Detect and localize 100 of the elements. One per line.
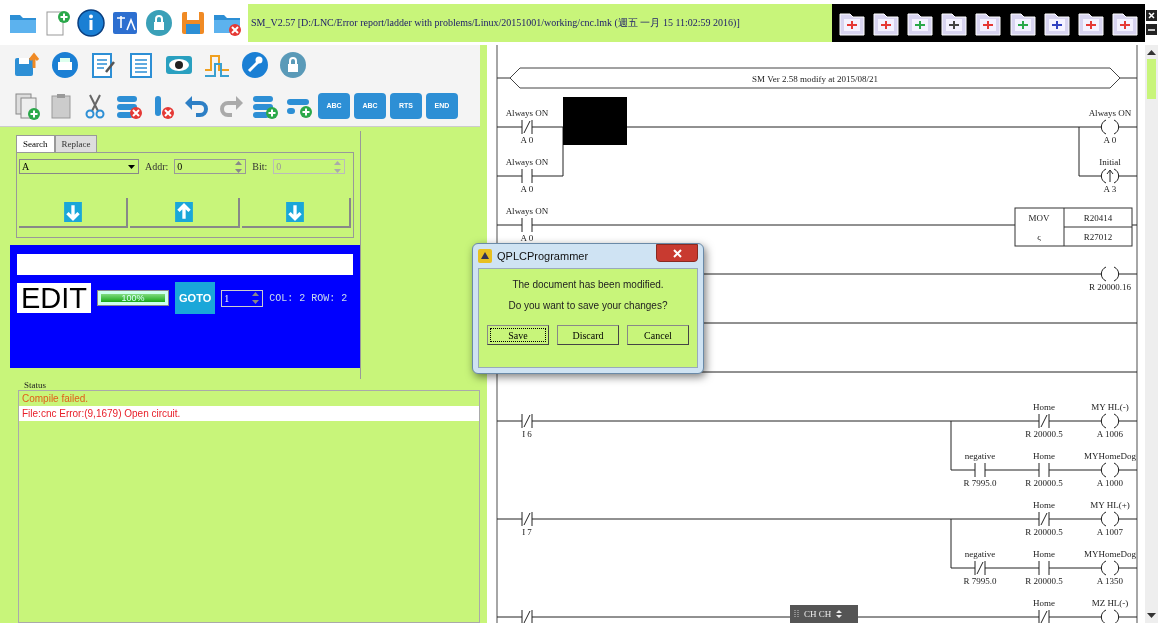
address-label: A 1350 [1096, 576, 1124, 586]
contact-symbol[interactable] [1031, 609, 1057, 623]
contact-symbol[interactable] [514, 609, 540, 623]
coil-symbol[interactable] [1095, 462, 1125, 478]
address-label: A 0 [520, 233, 534, 243]
input-field[interactable] [17, 254, 353, 275]
close-icon [672, 248, 682, 258]
rung-wire [1055, 518, 1097, 520]
input-mode-label[interactable]: CH CH [804, 609, 832, 619]
rung-wire [496, 616, 516, 618]
contact-symbol[interactable] [514, 168, 540, 184]
dialog-button[interactable]: Discard [557, 325, 619, 345]
spin-arrows-icon [251, 291, 261, 305]
tag-name: Always ON [505, 108, 549, 118]
coil-symbol[interactable] [1095, 168, 1125, 184]
rung-wire [1123, 273, 1138, 275]
rung-wire [1123, 126, 1138, 128]
find-button[interactable] [241, 198, 351, 228]
dialog-button[interactable]: Save [487, 325, 549, 345]
tab[interactable]: Replace [54, 135, 98, 152]
address-label: A 1000 [1096, 478, 1124, 488]
grip-icon [794, 609, 799, 619]
address-label: A 3 [1103, 184, 1117, 194]
info-icon[interactable] [76, 7, 106, 38]
close-button[interactable] [656, 244, 698, 262]
rung-wire [1123, 420, 1138, 422]
address-label: A 0 [520, 184, 534, 194]
tag-name: MZ HL(-) [1091, 598, 1129, 608]
dropdown-arrow-icon [127, 162, 136, 171]
contact-symbol[interactable] [1031, 560, 1057, 576]
contact-symbol[interactable] [967, 560, 993, 576]
tag-name: Home [1033, 402, 1055, 412]
close-icon[interactable] [1146, 10, 1157, 21]
printer-icon[interactable] [50, 50, 80, 80]
contact-symbol[interactable] [967, 462, 993, 478]
coil-symbol[interactable] [1095, 511, 1125, 527]
branch-wire [950, 420, 952, 471]
scroll-down-arrow-icon[interactable] [1147, 613, 1156, 619]
up-down-arrows-icon[interactable] [836, 609, 843, 619]
copy-add-icon[interactable] [12, 90, 42, 121]
dialog-message: Do you want to save your changes? [508, 300, 668, 311]
rung-wire [1055, 420, 1097, 422]
tag-name: MYHomeDog [1084, 549, 1136, 559]
coil-symbol[interactable] [1095, 413, 1125, 429]
rung-wire [1131, 224, 1138, 226]
coil-symbol[interactable] [1095, 609, 1125, 623]
tag-name: MYHomeDog [1084, 451, 1136, 461]
scroll-up-arrow-icon[interactable] [1147, 49, 1156, 55]
device-dropdown[interactable]: A [19, 159, 139, 174]
scrollbar-thumb[interactable] [1147, 59, 1156, 99]
contact-symbol[interactable] [1031, 462, 1057, 478]
address-label: A 0 [1103, 135, 1117, 145]
contact-symbol[interactable] [514, 217, 540, 233]
status-message[interactable]: File:cnc Error:(9,1679) Open circuit. [19, 406, 479, 421]
contact-symbol[interactable] [514, 413, 540, 429]
rung-wire [496, 224, 516, 226]
contact-symbol[interactable] [1031, 511, 1057, 527]
contact-symbol[interactable] [1031, 413, 1057, 429]
dialog-button[interactable]: Cancel [627, 325, 689, 345]
spin-arrows-icon [333, 159, 343, 174]
find-button[interactable] [19, 198, 129, 228]
tag-name: Home [1033, 500, 1055, 510]
dialog-title: QPLCProgrammer [497, 250, 589, 262]
contact-symbol[interactable] [514, 119, 540, 135]
tag-name: Home [1033, 549, 1055, 559]
address-label: R 20000.5 [1025, 429, 1063, 439]
branch-wire [562, 126, 564, 177]
number-spinbox[interactable]: 1 [221, 289, 264, 307]
tag-name: Home [1033, 598, 1055, 608]
function-block[interactable] [1014, 207, 1133, 247]
rung-wire [496, 77, 511, 79]
tag-name: MY HL(-) [1091, 402, 1129, 412]
address-spinbox[interactable]: 0 [174, 159, 247, 174]
tag-name: Always ON [505, 157, 549, 167]
operand-label: R20414 [1083, 213, 1113, 223]
address-label: I 6 [522, 429, 532, 439]
lock-icon[interactable] [144, 7, 174, 38]
address-label: A 0 [520, 135, 534, 145]
rung-wire [1078, 175, 1097, 177]
lock-icon[interactable] [278, 50, 308, 80]
coil-symbol[interactable] [1095, 560, 1125, 576]
minimize-icon[interactable] [1146, 24, 1157, 35]
address-label: R 20000.5 [1025, 478, 1063, 488]
rung-wire [538, 126, 564, 128]
rung-wire [1055, 567, 1097, 569]
tab[interactable]: Search [16, 135, 55, 152]
coil-symbol[interactable] [1095, 266, 1125, 282]
address-label: R 7995.0 [963, 576, 997, 586]
rung-wire [1123, 469, 1138, 471]
arrow-icon [285, 202, 306, 222]
rung-wire [496, 126, 516, 128]
field-label: Addr: [145, 161, 169, 172]
instruction-name: MOV [1028, 213, 1050, 223]
coil-symbol[interactable] [1095, 119, 1125, 135]
wrench-icon[interactable] [240, 50, 270, 80]
contact-symbol[interactable] [514, 511, 540, 527]
spin-arrows-icon [234, 159, 244, 174]
find-button[interactable] [130, 198, 240, 228]
mode-indicator: EDIT [17, 283, 92, 313]
rung-wire [1119, 77, 1138, 79]
